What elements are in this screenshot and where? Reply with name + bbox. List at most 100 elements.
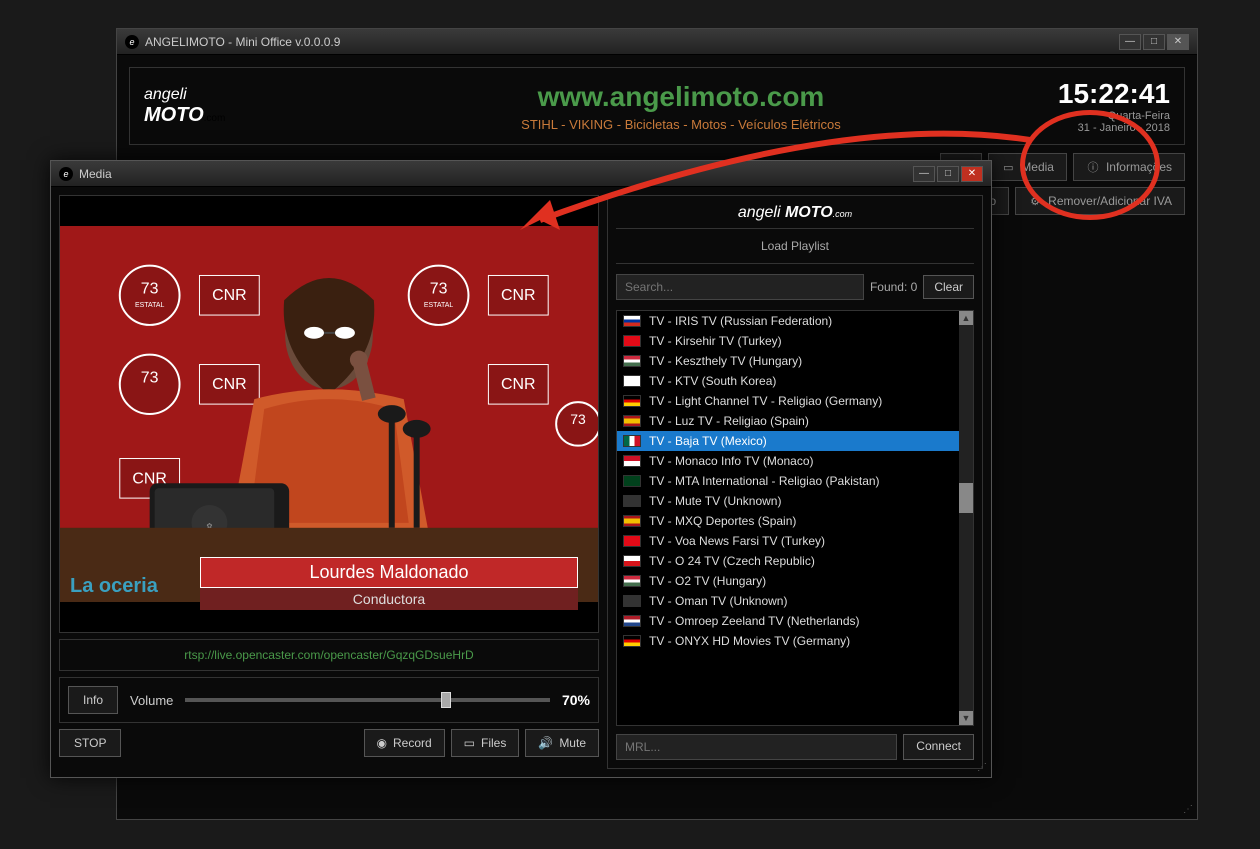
volume-slider[interactable] xyxy=(185,698,550,702)
svg-text:CNR: CNR xyxy=(212,376,247,393)
scroll-thumb[interactable] xyxy=(959,483,973,513)
channel-label: TV - Light Channel TV - Religiao (German… xyxy=(649,394,882,408)
stop-button[interactable]: STOP xyxy=(59,729,121,757)
flag-icon xyxy=(623,375,641,387)
channel-label: TV - IRIS TV (Russian Federation) xyxy=(649,314,832,328)
video-player[interactable]: 73ESTATAL CNR 73ESTATAL CNR 73 CNR CNR 7… xyxy=(59,195,599,633)
channel-label: TV - Omroep Zeeland TV (Netherlands) xyxy=(649,614,860,628)
flag-icon xyxy=(623,455,641,467)
channel-item[interactable]: TV - Keszthely TV (Hungary) xyxy=(617,351,973,371)
channel-item[interactable]: TV - ONYX HD Movies TV (Germany) xyxy=(617,631,973,651)
channel-label: TV - KTV (South Korea) xyxy=(649,374,776,388)
svg-text:73: 73 xyxy=(570,411,586,427)
resize-grip[interactable]: ⋰ xyxy=(977,762,987,773)
channel-label: TV - ONYX HD Movies TV (Germany) xyxy=(649,634,850,648)
close-button[interactable]: ✕ xyxy=(1167,34,1189,50)
channel-label: TV - O2 TV (Hungary) xyxy=(649,574,766,588)
close-button[interactable]: ✕ xyxy=(961,166,983,182)
channel-item[interactable]: TV - MTA International - Religiao (Pakis… xyxy=(617,471,973,491)
channel-label: TV - Voa News Farsi TV (Turkey) xyxy=(649,534,825,548)
files-button[interactable]: ▭Files xyxy=(451,729,520,757)
scroll-down-icon[interactable]: ▼ xyxy=(959,711,973,725)
info-button[interactable]: Info xyxy=(68,686,118,714)
flag-icon xyxy=(623,435,641,447)
found-count: Found: 0 xyxy=(870,280,917,294)
channel-item[interactable]: TV - IRIS TV (Russian Federation) xyxy=(617,311,973,331)
flag-icon xyxy=(623,555,641,567)
main-titlebar[interactable]: e ANGELIMOTO - Mini Office v.0.0.0.9 — □… xyxy=(117,29,1197,55)
video-name: Lourdes Maldonado xyxy=(200,557,578,588)
remove-iva-button[interactable]: ⚙Remover/Adicionar IVA xyxy=(1015,187,1185,215)
logo-main: MOTO xyxy=(144,104,204,126)
media-button[interactable]: ▭Media xyxy=(988,153,1067,181)
channel-item[interactable]: TV - KTV (South Korea) xyxy=(617,371,973,391)
video-role: Conductora xyxy=(200,588,578,610)
channel-item[interactable]: TV - O 24 TV (Czech Republic) xyxy=(617,551,973,571)
flag-icon xyxy=(623,515,641,527)
flag-icon xyxy=(623,535,641,547)
right-logo: angeli MOTO.com xyxy=(616,204,974,222)
svg-text:CNR: CNR xyxy=(501,376,536,393)
channel-item[interactable]: TV - Mute TV (Unknown) xyxy=(617,491,973,511)
channel-item[interactable]: TV - Luz TV - Religiao (Spain) xyxy=(617,411,973,431)
channel-label: TV - MTA International - Religiao (Pakis… xyxy=(649,474,880,488)
svg-text:ESTATAL: ESTATAL xyxy=(135,302,165,309)
channel-item[interactable]: TV - Oman TV (Unknown) xyxy=(617,591,973,611)
flag-icon xyxy=(623,495,641,507)
scroll-up-icon[interactable]: ▲ xyxy=(959,311,973,325)
app-icon: e xyxy=(125,35,139,49)
channel-item[interactable]: TV - Light Channel TV - Religiao (German… xyxy=(617,391,973,411)
scrollbar[interactable]: ▲ ▼ xyxy=(959,311,973,725)
svg-text:ESTATAL: ESTATAL xyxy=(424,302,454,309)
channel-item[interactable]: TV - Baja TV (Mexico) xyxy=(617,431,973,451)
clock-date: 31 - Janeiro - 2018 xyxy=(1058,122,1170,134)
clock-time: 15:22:41 xyxy=(1058,78,1170,110)
record-button[interactable]: ◉Record xyxy=(364,729,445,757)
minimize-button[interactable]: — xyxy=(913,166,935,182)
volume-label: Volume xyxy=(130,693,173,708)
logo-top: angeli xyxy=(144,86,304,104)
flag-icon xyxy=(623,395,641,407)
record-icon: ◉ xyxy=(377,736,387,750)
search-input[interactable] xyxy=(616,274,864,300)
svg-text:73: 73 xyxy=(141,280,159,297)
mute-button[interactable]: 🔊Mute xyxy=(525,729,599,757)
info-button[interactable]: ⓘInformações xyxy=(1073,153,1185,181)
speaker-icon: 🔊 xyxy=(538,736,553,750)
channel-item[interactable]: TV - MXQ Deportes (Spain) xyxy=(617,511,973,531)
maximize-button[interactable]: □ xyxy=(1143,34,1165,50)
flag-icon xyxy=(623,335,641,347)
channel-item[interactable]: TV - Kirsehir TV (Turkey) xyxy=(617,331,973,351)
channel-item[interactable]: TV - Voa News Farsi TV (Turkey) xyxy=(617,531,973,551)
clear-button[interactable]: Clear xyxy=(923,275,974,299)
maximize-button[interactable]: □ xyxy=(937,166,959,182)
resize-grip[interactable]: ⋰ xyxy=(1183,804,1193,815)
media-title: Media xyxy=(79,167,112,181)
header-url: www.angelimoto.com xyxy=(304,81,1058,113)
mrl-input[interactable] xyxy=(616,734,897,760)
svg-text:CNR: CNR xyxy=(212,287,247,304)
minimize-button[interactable]: — xyxy=(1119,34,1141,50)
flag-icon xyxy=(623,355,641,367)
stream-url: rtsp://live.opencaster.com/opencaster/Gq… xyxy=(59,639,599,671)
channel-label: TV - MXQ Deportes (Spain) xyxy=(649,514,796,528)
app-icon: e xyxy=(59,167,73,181)
svg-text:CNR: CNR xyxy=(501,287,536,304)
gear-icon: ⚙ xyxy=(1028,194,1042,208)
slider-thumb[interactable] xyxy=(441,692,451,708)
flag-icon xyxy=(623,315,641,327)
channel-label: TV - Keszthely TV (Hungary) xyxy=(649,354,802,368)
channel-label: TV - Monaco Info TV (Monaco) xyxy=(649,454,814,468)
flag-icon xyxy=(623,615,641,627)
channel-list[interactable]: TV - IRIS TV (Russian Federation) TV - Ki… xyxy=(616,310,974,726)
channel-item[interactable]: TV - O2 TV (Hungary) xyxy=(617,571,973,591)
media-titlebar[interactable]: e Media — □ ✕ xyxy=(51,161,991,187)
channel-label: TV - Kirsehir TV (Turkey) xyxy=(649,334,782,348)
channel-item[interactable]: TV - Monaco Info TV (Monaco) xyxy=(617,451,973,471)
channel-item[interactable]: TV - Omroep Zeeland TV (Netherlands) xyxy=(617,611,973,631)
load-playlist-button[interactable]: Load Playlist xyxy=(616,228,974,264)
channel-label: TV - Mute TV (Unknown) xyxy=(649,494,781,508)
channel-label: TV - Oman TV (Unknown) xyxy=(649,594,787,608)
connect-button[interactable]: Connect xyxy=(903,734,974,760)
channel-label: TV - Baja TV (Mexico) xyxy=(649,434,767,448)
